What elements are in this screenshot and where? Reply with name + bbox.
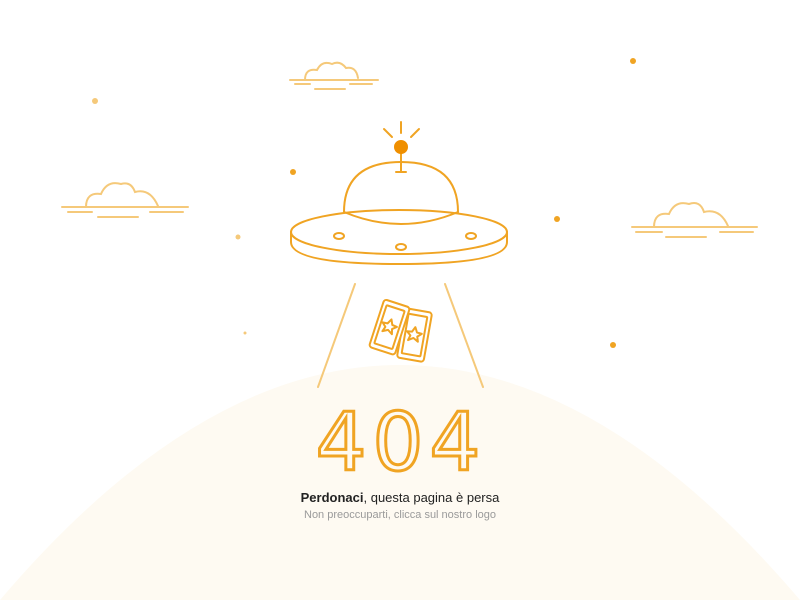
error-code: 404 — [316, 396, 487, 489]
error-404-page: 404 Perdonaci, questa pagina è persa Non… — [0, 0, 800, 600]
star-dot — [243, 331, 247, 335]
cloud-icon — [289, 61, 379, 90]
star-dot — [630, 58, 636, 64]
cloud-icon — [61, 182, 189, 218]
error-subtitle: Non preoccuparti, clicca sul nostro logo — [304, 509, 496, 521]
star-dot — [554, 216, 560, 222]
ticket-icon — [368, 298, 433, 363]
ufo-icon — [290, 121, 508, 265]
cloud-icon — [631, 202, 758, 238]
error-title-rest: , questa pagina è persa — [363, 490, 500, 505]
error-title-bold: Perdonaci — [300, 490, 364, 505]
beacon-light-icon — [383, 121, 420, 173]
ufo-saucer — [290, 209, 508, 255]
star-dots — [92, 58, 636, 348]
star-dot — [235, 234, 241, 240]
star-dot — [92, 98, 98, 104]
star-dot — [610, 342, 616, 348]
star-dot — [290, 169, 296, 175]
error-title: Perdonaci, questa pagina è persa — [0, 490, 800, 505]
